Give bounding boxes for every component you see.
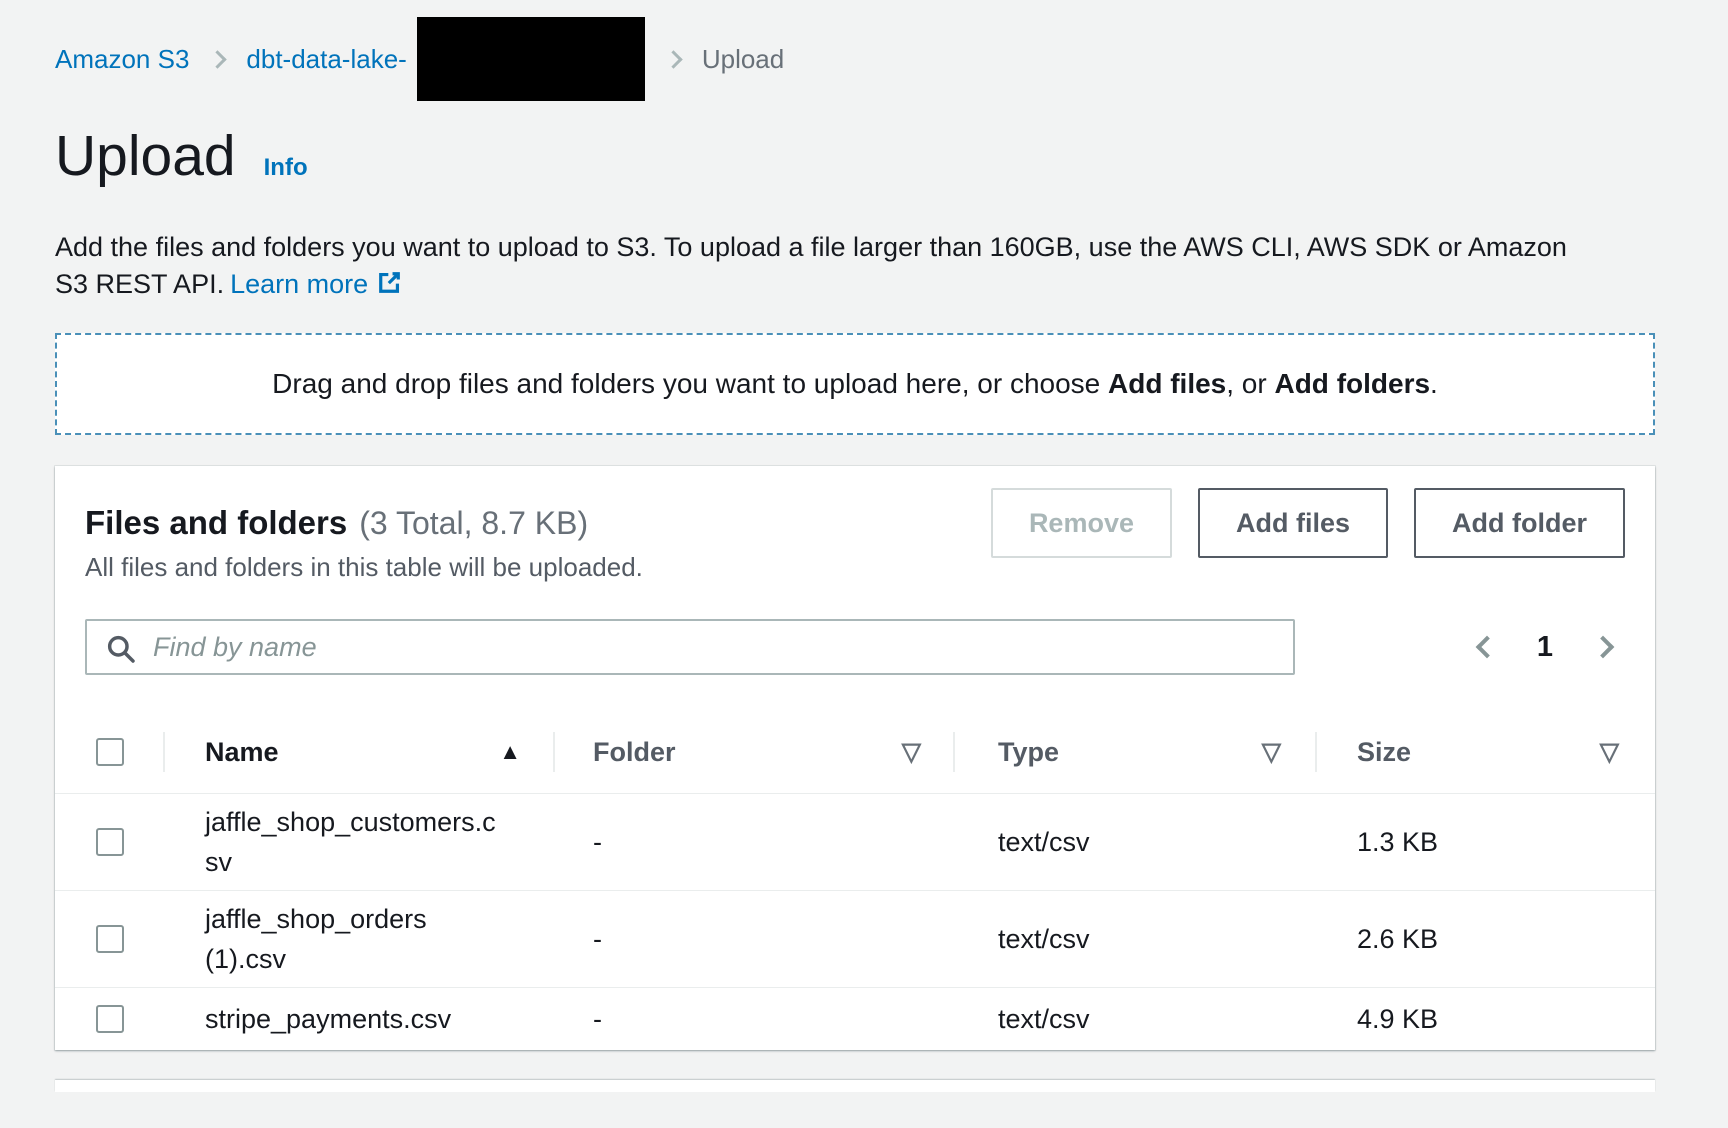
- search-icon: [105, 633, 137, 665]
- column-label-type: Type: [998, 737, 1059, 768]
- breadcrumb-bucket-link[interactable]: dbt-data-lake-: [246, 44, 406, 75]
- file-name: stripe_payments.csv: [205, 999, 505, 1039]
- learn-more-label: Learn more: [230, 269, 368, 299]
- select-all-checkbox[interactable]: [96, 738, 124, 766]
- column-header-folder[interactable]: Folder ▽: [555, 711, 955, 793]
- dropzone-text-prefix: Drag and drop files and folders you want…: [272, 368, 1108, 399]
- column-label-size: Size: [1357, 737, 1411, 768]
- external-link-icon: [376, 269, 403, 296]
- file-type: text/csv: [955, 919, 1317, 959]
- breadcrumb-current: Upload: [702, 44, 784, 75]
- panel-title: Files and folders: [85, 504, 347, 542]
- file-size: 2.6 KB: [1317, 919, 1655, 959]
- s3-upload-page: Amazon S3 dbt-data-lake- Upload Upload I…: [0, 17, 1655, 1092]
- breadcrumb-chevron-icon: [209, 50, 227, 68]
- dropzone-text: Drag and drop files and folders you want…: [272, 368, 1438, 400]
- sort-indicator-icon[interactable]: ▽: [1262, 737, 1281, 767]
- sort-indicator-icon[interactable]: ▽: [902, 737, 921, 767]
- dropzone-add-folders-text: Add folders: [1274, 368, 1430, 399]
- column-label-name: Name: [205, 737, 279, 768]
- next-page-button[interactable]: [1587, 631, 1619, 663]
- row-checkbox[interactable]: [96, 925, 124, 953]
- page-description: Add the files and folders you want to up…: [55, 229, 1590, 303]
- previous-page-button[interactable]: [1471, 631, 1503, 663]
- table-toolbar: 1: [55, 619, 1655, 675]
- panel-subtitle: All files and folders in this table will…: [85, 552, 643, 583]
- breadcrumb-bucket: dbt-data-lake-: [246, 17, 644, 101]
- table-row: jaffle_shop_orders (1).csv - text/csv 2.…: [55, 890, 1655, 987]
- table-body: jaffle_shop_customers.csv - text/csv 1.3…: [55, 793, 1655, 1050]
- search-box: [85, 619, 1295, 675]
- next-section-edge: [55, 1080, 1655, 1092]
- file-folder: -: [555, 919, 955, 959]
- page-header: Upload Info: [55, 123, 1655, 189]
- column-label-folder: Folder: [593, 737, 676, 768]
- row-checkbox[interactable]: [96, 1005, 124, 1033]
- panel-header-text: Files and folders (3 Total, 8.7 KB) All …: [85, 488, 643, 583]
- table-row: stripe_payments.csv - text/csv 4.9 KB: [55, 987, 1655, 1050]
- pagination: 1: [1471, 631, 1625, 664]
- add-folder-button[interactable]: Add folder: [1414, 488, 1625, 558]
- panel-count-summary: (3 Total, 8.7 KB): [359, 505, 588, 542]
- file-name: jaffle_shop_customers.csv: [205, 802, 505, 882]
- files-table: Name ▲ Folder ▽ Type ▽ Size ▽: [55, 711, 1655, 1050]
- learn-more-link[interactable]: Learn more: [230, 269, 403, 299]
- sort-indicator-icon[interactable]: ▽: [1600, 737, 1619, 767]
- dropzone-add-files-text: Add files: [1108, 368, 1226, 399]
- table-header-row: Name ▲ Folder ▽ Type ▽ Size ▽: [55, 711, 1655, 793]
- page-title: Upload: [55, 123, 236, 189]
- breadcrumb: Amazon S3 dbt-data-lake- Upload: [55, 17, 1655, 101]
- file-folder: -: [555, 999, 955, 1039]
- chevron-right-icon: [1592, 636, 1615, 659]
- current-page-number[interactable]: 1: [1537, 631, 1553, 664]
- file-type: text/csv: [955, 999, 1317, 1039]
- remove-button[interactable]: Remove: [991, 488, 1172, 558]
- select-all-header: [55, 711, 165, 793]
- file-type: text/csv: [955, 822, 1317, 862]
- file-folder: -: [555, 822, 955, 862]
- chevron-left-icon: [1476, 636, 1499, 659]
- column-header-name[interactable]: Name ▲: [165, 711, 555, 793]
- file-size: 1.3 KB: [1317, 822, 1655, 862]
- info-link[interactable]: Info: [264, 154, 308, 182]
- row-checkbox[interactable]: [96, 828, 124, 856]
- file-size: 4.9 KB: [1317, 999, 1655, 1039]
- column-header-type[interactable]: Type ▽: [955, 711, 1317, 793]
- redaction-box: [417, 17, 645, 101]
- file-name: jaffle_shop_orders (1).csv: [205, 899, 505, 979]
- dropzone[interactable]: Drag and drop files and folders you want…: [55, 333, 1655, 435]
- add-files-button[interactable]: Add files: [1198, 488, 1388, 558]
- table-row: jaffle_shop_customers.csv - text/csv 1.3…: [55, 793, 1655, 890]
- files-and-folders-panel: Files and folders (3 Total, 8.7 KB) All …: [55, 466, 1655, 1050]
- breadcrumb-chevron-icon: [664, 50, 682, 68]
- column-header-size[interactable]: Size ▽: [1317, 711, 1655, 793]
- dropzone-text-mid: , or: [1226, 368, 1274, 399]
- panel-header: Files and folders (3 Total, 8.7 KB) All …: [55, 488, 1655, 583]
- dropzone-text-suffix: .: [1430, 368, 1438, 399]
- breadcrumb-amazon-s3-link[interactable]: Amazon S3: [55, 44, 189, 75]
- sort-ascending-icon[interactable]: ▲: [499, 739, 521, 765]
- panel-actions: Remove Add files Add folder: [991, 488, 1625, 558]
- search-input[interactable]: [87, 621, 1293, 673]
